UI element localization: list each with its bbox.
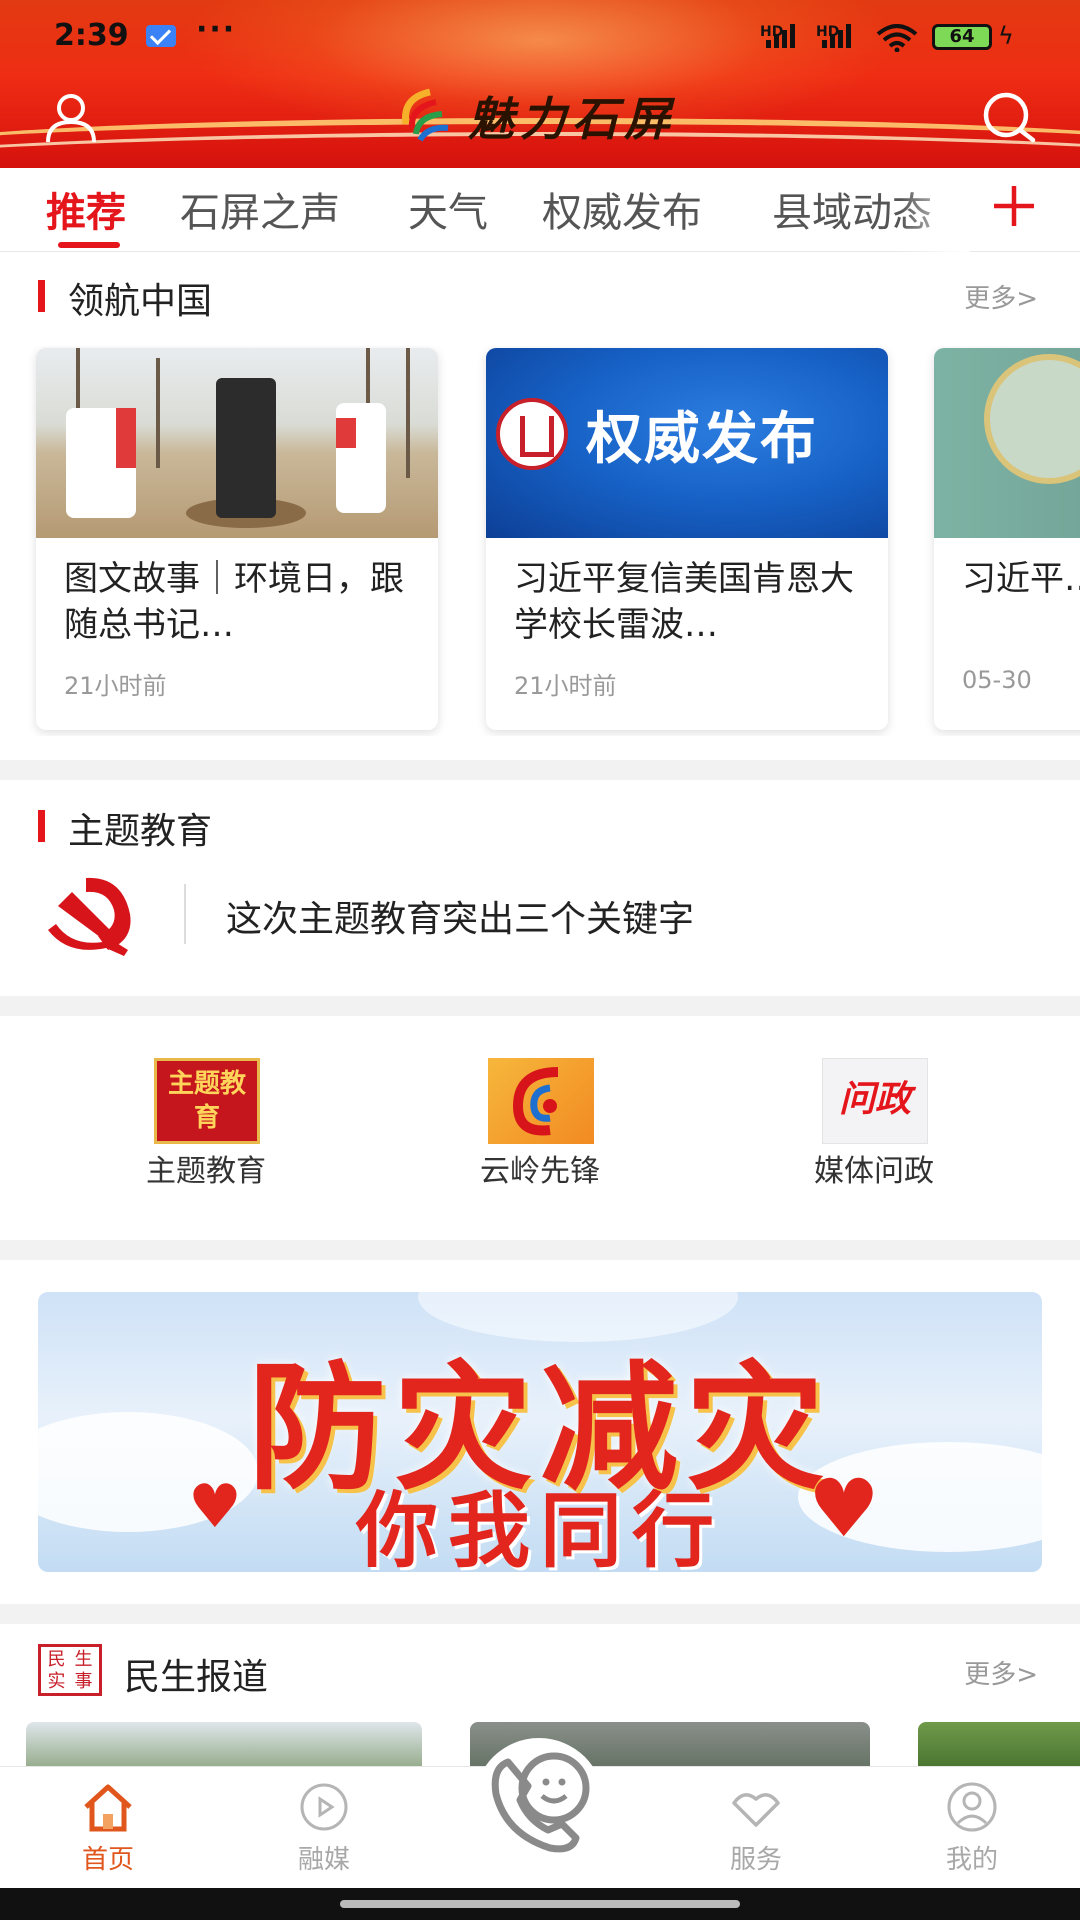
banner-subline: 你我同行 [355,1484,724,1572]
topic-education-icon: 主题教育 [154,1058,260,1144]
nav-label: 我的 [945,1845,998,1875]
tab-shiping-voice[interactable]: 石屏之声 [180,180,340,238]
user-icon[interactable] [44,90,98,144]
heart-icon: ♥ [808,1462,880,1555]
news-thumbnail: 权威发布 [486,348,888,538]
search-icon[interactable] [978,88,1038,148]
home-icon [84,1784,132,1832]
more-link[interactable]: 更多> [964,278,1038,315]
logo-mark-icon [402,88,449,142]
handshake-icon [732,1793,780,1827]
quick-link-label: 云岭先锋 [480,1154,600,1189]
mail-notification-icon [146,25,176,47]
status-bar: 2:39 ··· HD HD 64 ϟ [0,12,1080,62]
tabs-fade [900,168,970,252]
profile-icon [947,1782,997,1832]
status-time: 2:39 [54,18,129,53]
news-thumbnail [36,348,438,538]
nav-label: 首页 [81,1845,134,1875]
wifi-icon [876,24,918,52]
section-divider [0,996,1080,1016]
nav-label: 融媒 [297,1845,350,1875]
minsheng-icon-char: 事 [74,1671,93,1692]
topic-headline: 这次主题教育突出三个关键字 [226,899,695,940]
lead-china-carousel[interactable]: 图文故事｜环境日，跟随总书记… 21小时前 权威发布 习近平复信美国肯恩大学校长… [0,346,1080,736]
section-topic-education-header: 主题教育 [0,796,1080,856]
section-title: 领航中国 [68,281,213,322]
app-title: 魅力石屏 [468,92,676,146]
quick-link-label: 媒体问政 [814,1154,934,1189]
media-icon [300,1783,348,1831]
nav-mine[interactable]: 我的 [902,1781,1042,1881]
quick-link-label: 主题教育 [146,1154,266,1189]
nav-service[interactable]: 服务 [686,1781,826,1881]
plus-icon[interactable] [988,180,1040,232]
separator [184,884,186,944]
section-title: 主题教育 [68,811,213,852]
thumbnail-seal [984,354,1080,484]
active-tab-indicator [58,242,120,248]
news-card[interactable]: 习近平…作论坛… 05-30 [934,348,1080,730]
section-title: 民生报道 [124,1657,269,1698]
quick-link-yunling-pioneer[interactable]: 云岭先锋 [420,1058,660,1189]
media-inquiry-icon: 问政 [822,1058,928,1144]
charging-icon: ϟ [998,22,1014,50]
app-logo: 魅力石屏 [396,80,676,152]
news-title: 习近平…作论坛… [962,559,1080,599]
section-divider [0,1604,1080,1624]
thumbnail-caption: 权威发布 [586,407,818,472]
minsheng-icon-char: 民 [47,1649,66,1670]
news-title: 图文故事｜环境日，跟随总书记… [64,559,404,645]
quick-link-media-inquiry[interactable]: 问政 媒体问政 [754,1058,994,1189]
tab-recommend[interactable]: 推荐 [46,180,126,238]
quick-link-topic-education[interactable]: 主题教育 主题教育 [86,1058,326,1189]
swirl-logo-icon [512,1067,559,1136]
more-link[interactable]: 更多> [964,1654,1038,1691]
section-divider [0,760,1080,780]
app-header: 2:39 ··· HD HD 64 ϟ 魅力石屏 [0,0,1080,168]
phone-smile-icon [491,1752,590,1853]
minsheng-icon-char: 实 [47,1671,66,1692]
channel-tabs: 推荐 石屏之声 天气 权威发布 县域动态 [0,168,1080,252]
news-time: 21小时前 [64,672,167,700]
section-marker [38,280,45,312]
tab-weather[interactable]: 天气 [408,180,488,238]
section-marker [38,810,45,842]
signal-icon [822,22,862,48]
news-thumbnail[interactable] [918,1722,1080,1766]
system-home-bar [0,1888,1080,1920]
disaster-prevention-banner[interactable]: 防灾减灾 ♥ 你我同行 ♥ [38,1292,1042,1572]
news-title: 习近平复信美国肯恩大学校长雷波… [514,559,854,645]
yunling-pioneer-icon [488,1058,594,1144]
news-time: 05-30 [962,666,1032,694]
nav-center-button[interactable] [474,1738,604,1868]
minsheng-icon-char: 生 [74,1649,93,1670]
home-indicator-pill[interactable] [340,1900,740,1908]
more-notifications-icon: ··· [196,12,237,47]
party-emblem-icon [48,877,131,956]
section-lead-china-header: 领航中国 更多> [0,266,1080,326]
battery-icon: 64 [932,24,992,50]
news-card[interactable]: 权威发布 习近平复信美国肯恩大学校长雷波… 21小时前 [486,348,888,730]
nav-label: 服务 [729,1845,782,1875]
nav-media[interactable]: 融媒 [254,1781,394,1881]
signal-icon [766,22,806,48]
nav-home[interactable]: 首页 [38,1781,178,1881]
news-time: 21小时前 [514,672,617,700]
tab-authority[interactable]: 权威发布 [542,180,702,238]
news-thumbnail [934,348,1080,538]
xinhua-emblem-icon [496,398,568,470]
news-thumbnail[interactable] [26,1722,422,1766]
minsheng-icon: 民 生 实 事 [38,1644,102,1696]
section-divider [0,1240,1080,1260]
topic-headline-row[interactable]: 这次主题教育突出三个关键字 [0,862,1080,962]
news-card[interactable]: 图文故事｜环境日，跟随总书记… 21小时前 [36,348,438,730]
